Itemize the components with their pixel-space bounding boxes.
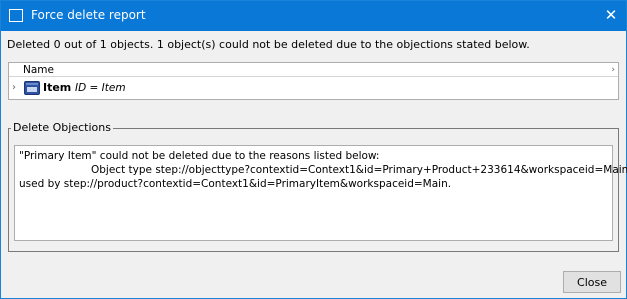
objections-text-area[interactable]: "Primary Item" could not be deleted due … xyxy=(14,145,627,241)
objection-line: "Primary Item" could not be deleted due … xyxy=(19,150,380,162)
item-object-icon xyxy=(24,81,40,95)
table-row[interactable]: › Item ID = Item xyxy=(9,78,618,98)
force-delete-report-dialog: Force delete report ✕ Deleted 0 out of 1… xyxy=(0,0,627,299)
window-title: Force delete report xyxy=(31,8,146,22)
summary-text: Deleted 0 out of 1 objects. 1 object(s) … xyxy=(7,38,530,51)
delete-objections-group: Delete Objections "Primary Item" could n… xyxy=(8,121,627,252)
title-bar[interactable]: Force delete report ✕ xyxy=(1,1,626,31)
objection-line: Object type step://objecttype?contextid=… xyxy=(91,164,627,176)
objects-grid: Name › › Item ID = Item xyxy=(8,62,619,100)
row-id: ID = Item xyxy=(75,82,126,94)
grid-header: Name › xyxy=(9,63,618,77)
expand-chevron-icon[interactable]: › xyxy=(12,81,16,95)
chevron-right-icon[interactable]: › xyxy=(611,63,615,77)
row-name: Item xyxy=(43,81,72,94)
window-icon xyxy=(9,9,23,22)
objection-line: used by step://product?contextid=Context… xyxy=(19,178,452,190)
close-button[interactable]: Close xyxy=(563,271,621,293)
close-window-icon[interactable]: ✕ xyxy=(596,1,626,31)
column-header-name[interactable]: Name xyxy=(23,63,54,77)
group-legend: Delete Objections xyxy=(11,121,113,135)
